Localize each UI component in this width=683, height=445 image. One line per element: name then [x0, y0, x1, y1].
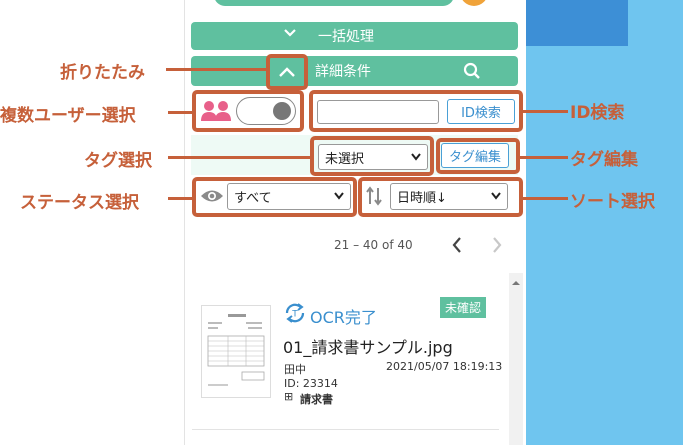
multi-user-icon	[200, 100, 232, 126]
eye-icon	[200, 187, 224, 209]
document-filename[interactable]: 01_請求書サンプル.jpg	[283, 334, 453, 358]
tag-select[interactable]: 未選択	[318, 144, 428, 170]
chevron-down-icon	[491, 189, 501, 204]
callout-tag-edit: タグ編集	[570, 150, 638, 170]
document-tag: 請求書	[300, 393, 333, 406]
callout-line-status-select	[168, 197, 192, 200]
document-id: ID: 23314	[284, 377, 338, 390]
bulk-process-bar[interactable]: 一括処理	[191, 22, 518, 50]
id-search-button[interactable]: ID検索	[447, 99, 515, 124]
callout-line-sort-select	[523, 197, 568, 200]
bulk-process-label: 一括処理	[318, 29, 374, 45]
ocr-status-text: OCR完了	[310, 308, 377, 327]
document-user: 田中	[284, 363, 306, 376]
right-background	[510, 0, 683, 445]
status-select-value: すべて	[234, 191, 272, 206]
fold-highlight	[266, 54, 308, 90]
callout-line-tag-select	[168, 156, 310, 159]
callout-id-search: ID検索	[570, 103, 625, 123]
callout-sort-select: ソート選択	[570, 192, 655, 212]
card-divider	[192, 429, 499, 430]
toggle-knob	[273, 102, 291, 120]
document-timestamp: 2021/05/07 18:19:13	[386, 360, 503, 373]
document-thumbnail[interactable]	[201, 305, 271, 398]
ocr-status-icon: T	[283, 301, 307, 329]
tag-icon: ⊞	[284, 390, 294, 403]
prev-page-icon[interactable]	[450, 236, 464, 258]
chevron-down-icon	[283, 26, 297, 44]
callout-multi-user: 複数ユーザー選択	[0, 106, 136, 126]
next-page-icon[interactable]	[490, 236, 504, 258]
status-badge: 未確認	[440, 297, 487, 318]
callout-line-multi-user	[168, 111, 192, 114]
sort-select-value: 日時順↓	[397, 191, 447, 206]
callout-fold: 折りたたみ	[60, 63, 145, 83]
status-select[interactable]: すべて	[227, 183, 351, 210]
svg-text:T: T	[291, 310, 298, 320]
list-scrollbar[interactable]	[509, 273, 523, 445]
detail-conditions-bar: 詳細条件	[191, 56, 518, 86]
callout-status-select: ステータス選択	[20, 193, 139, 213]
callout-tag-select: タグ選択	[84, 151, 152, 171]
top-action-button[interactable]	[214, 0, 454, 6]
pagination-range: 21 – 40 of 40	[334, 238, 413, 252]
sort-icon	[365, 186, 383, 210]
multi-user-toggle[interactable]	[236, 97, 296, 125]
callout-line-id-search	[523, 110, 568, 113]
callout-line-tag-edit	[520, 156, 568, 159]
callout-line-fold	[166, 68, 266, 71]
chevron-down-icon	[411, 150, 421, 165]
detail-conditions-label: 詳細条件	[315, 64, 371, 80]
chevron-down-icon	[334, 189, 344, 204]
id-search-input[interactable]	[317, 100, 439, 124]
right-header-area	[524, 0, 628, 46]
tag-select-value: 未選択	[325, 151, 365, 167]
search-icon[interactable]	[463, 62, 481, 84]
sort-select[interactable]: 日時順↓	[390, 183, 508, 210]
tag-edit-button[interactable]: タグ編集	[441, 143, 509, 168]
